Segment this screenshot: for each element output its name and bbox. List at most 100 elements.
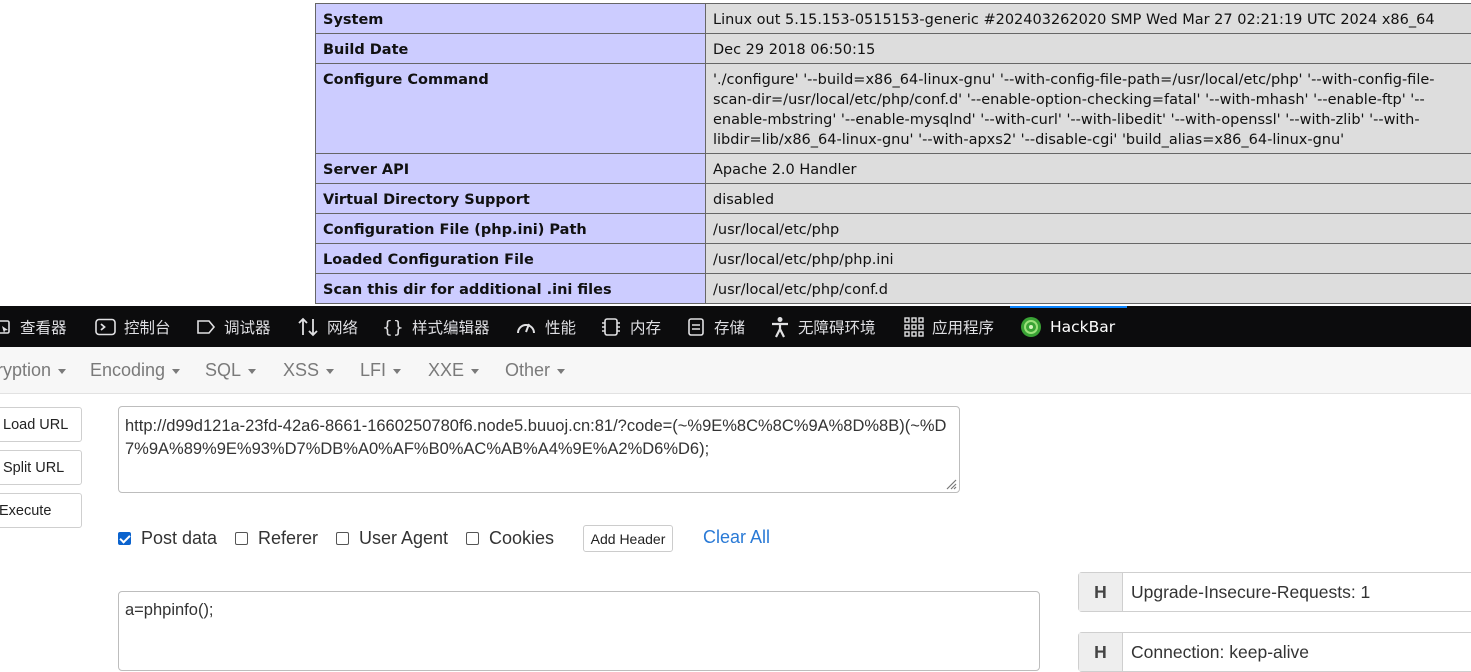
url-input[interactable]: http://d99d121a-23fd-42a6-8661-166025078… xyxy=(118,406,960,493)
menu-label: LFI xyxy=(360,360,386,381)
devtools-toolbar: 查看器 控制台 调试器 网络 {} 样式编辑器 性能 内存 存储 无障碍环境 应… xyxy=(0,306,1471,347)
table-row: System Linux out 5.15.153-0515153-generi… xyxy=(316,4,1471,34)
tab-accessibility[interactable]: 无障碍环境 xyxy=(770,306,876,347)
style-editor-icon: {} xyxy=(382,317,404,337)
storage-icon xyxy=(686,317,706,337)
menu-sql[interactable]: SQL xyxy=(205,347,256,393)
phpinfo-table: System Linux out 5.15.153-0515153-generi… xyxy=(315,3,1471,306)
header-key: H xyxy=(1079,573,1123,611)
tab-application[interactable]: 应用程序 xyxy=(904,306,994,347)
tab-label: 应用程序 xyxy=(932,316,994,338)
row-value: /usr/local/etc/php/php.ini xyxy=(706,244,1471,274)
menu-lfi[interactable]: LFI xyxy=(360,347,401,393)
cookies-option[interactable]: Cookies xyxy=(466,527,554,549)
table-row: Server API Apache 2.0 Handler xyxy=(316,154,1471,184)
chevron-down-icon xyxy=(557,369,565,374)
application-icon xyxy=(904,317,924,337)
option-label: Referer xyxy=(258,528,318,549)
accessibility-icon xyxy=(770,316,790,338)
menu-encoding[interactable]: Encoding xyxy=(90,347,180,393)
menu-label: Other xyxy=(505,360,550,381)
option-label: Post data xyxy=(141,528,217,549)
cookies-checkbox[interactable] xyxy=(466,532,479,545)
table-row: Scan this dir for additional .ini files … xyxy=(316,274,1471,304)
menu-encryption[interactable]: ryption xyxy=(0,347,66,393)
post-data-option[interactable]: Post data xyxy=(118,527,217,549)
tab-hackbar[interactable]: HackBar xyxy=(1010,306,1127,347)
table-row: Configure Command './configure' '--build… xyxy=(316,64,1471,154)
load-url-button[interactable]: Load URL xyxy=(0,407,82,442)
network-icon xyxy=(297,317,319,337)
row-key: Server API xyxy=(316,154,706,184)
chevron-down-icon xyxy=(393,369,401,374)
tab-performance[interactable]: 性能 xyxy=(515,306,576,347)
performance-icon xyxy=(515,317,537,337)
chevron-down-icon xyxy=(471,369,479,374)
referer-checkbox[interactable] xyxy=(235,532,248,545)
tab-style-editor[interactable]: {} 样式编辑器 xyxy=(382,306,490,347)
debugger-icon xyxy=(196,318,216,336)
svg-text:{}: {} xyxy=(382,318,404,337)
row-key: Configuration File (php.ini) Path xyxy=(316,214,706,244)
hackbar-icon xyxy=(1020,316,1042,338)
table-row: Build Date Dec 29 2018 06:50:15 xyxy=(316,34,1471,64)
menu-other[interactable]: Other xyxy=(505,347,565,393)
resize-grip-icon[interactable] xyxy=(943,476,957,490)
chevron-down-icon xyxy=(326,369,334,374)
clear-all-link[interactable]: Clear All xyxy=(703,527,770,548)
row-key: Configure Command xyxy=(316,64,706,154)
hackbar-menu-bar: ryption Encoding SQL XSS LFI XXE Other xyxy=(0,347,1471,394)
header-row[interactable]: H Connection: keep-alive xyxy=(1078,632,1471,672)
post-data-input[interactable]: a=phpinfo(); xyxy=(118,591,1040,671)
header-row[interactable]: H Upgrade-Insecure-Requests: 1 xyxy=(1078,572,1471,612)
tab-debugger[interactable]: 调试器 xyxy=(196,306,271,347)
menu-label: Encoding xyxy=(90,360,165,381)
menu-xxe[interactable]: XXE xyxy=(428,347,479,393)
tab-label: HackBar xyxy=(1050,318,1115,336)
chevron-down-icon xyxy=(248,369,256,374)
user-agent-option[interactable]: User Agent xyxy=(336,527,448,549)
row-value: /usr/local/etc/php xyxy=(706,214,1471,244)
row-key: Build Date xyxy=(316,34,706,64)
referer-option[interactable]: Referer xyxy=(235,527,318,549)
tab-label: 无障碍环境 xyxy=(798,316,876,338)
button-label: Split URL xyxy=(3,460,64,476)
split-url-button[interactable]: Split URL xyxy=(0,450,82,485)
user-agent-checkbox[interactable] xyxy=(336,532,349,545)
row-value: Apache 2.0 Handler xyxy=(706,154,1471,184)
tab-inspector[interactable]: 查看器 xyxy=(0,306,67,347)
table-row: Loaded Configuration File /usr/local/etc… xyxy=(316,244,1471,274)
execute-button[interactable]: Execute xyxy=(0,493,82,528)
tab-network[interactable]: 网络 xyxy=(297,306,358,347)
tab-label: 性能 xyxy=(545,316,576,338)
option-label: User Agent xyxy=(359,528,448,549)
add-header-button[interactable]: Add Header xyxy=(583,525,673,552)
menu-label: XSS xyxy=(283,360,319,381)
console-icon xyxy=(95,318,116,336)
row-value: Dec 29 2018 06:50:15 xyxy=(706,34,1471,64)
tab-label: 存储 xyxy=(714,316,745,338)
memory-icon xyxy=(600,317,622,337)
button-label: Load URL xyxy=(3,417,68,433)
post-data-checkbox[interactable] xyxy=(118,532,131,545)
header-value[interactable]: Upgrade-Insecure-Requests: 1 xyxy=(1123,573,1370,611)
menu-label: ryption xyxy=(0,360,51,381)
tab-console[interactable]: 控制台 xyxy=(95,306,171,347)
tab-label: 查看器 xyxy=(20,316,67,338)
inspector-icon xyxy=(0,318,12,336)
row-value: /usr/local/etc/php/conf.d xyxy=(706,274,1471,304)
tab-label: 内存 xyxy=(630,316,661,338)
row-key: System xyxy=(316,4,706,34)
row-key: Scan this dir for additional .ini files xyxy=(316,274,706,304)
tab-memory[interactable]: 内存 xyxy=(600,306,661,347)
tab-storage[interactable]: 存储 xyxy=(686,306,745,347)
table-row: Virtual Directory Support disabled xyxy=(316,184,1471,214)
menu-xss[interactable]: XSS xyxy=(283,347,334,393)
row-value: Linux out 5.15.153-0515153-generic #2024… xyxy=(706,4,1471,34)
tab-label: 网络 xyxy=(327,316,358,338)
button-label: Execute xyxy=(0,503,51,519)
menu-label: SQL xyxy=(205,360,241,381)
tab-label: 样式编辑器 xyxy=(412,316,490,338)
header-value[interactable]: Connection: keep-alive xyxy=(1123,633,1309,671)
row-key: Virtual Directory Support xyxy=(316,184,706,214)
